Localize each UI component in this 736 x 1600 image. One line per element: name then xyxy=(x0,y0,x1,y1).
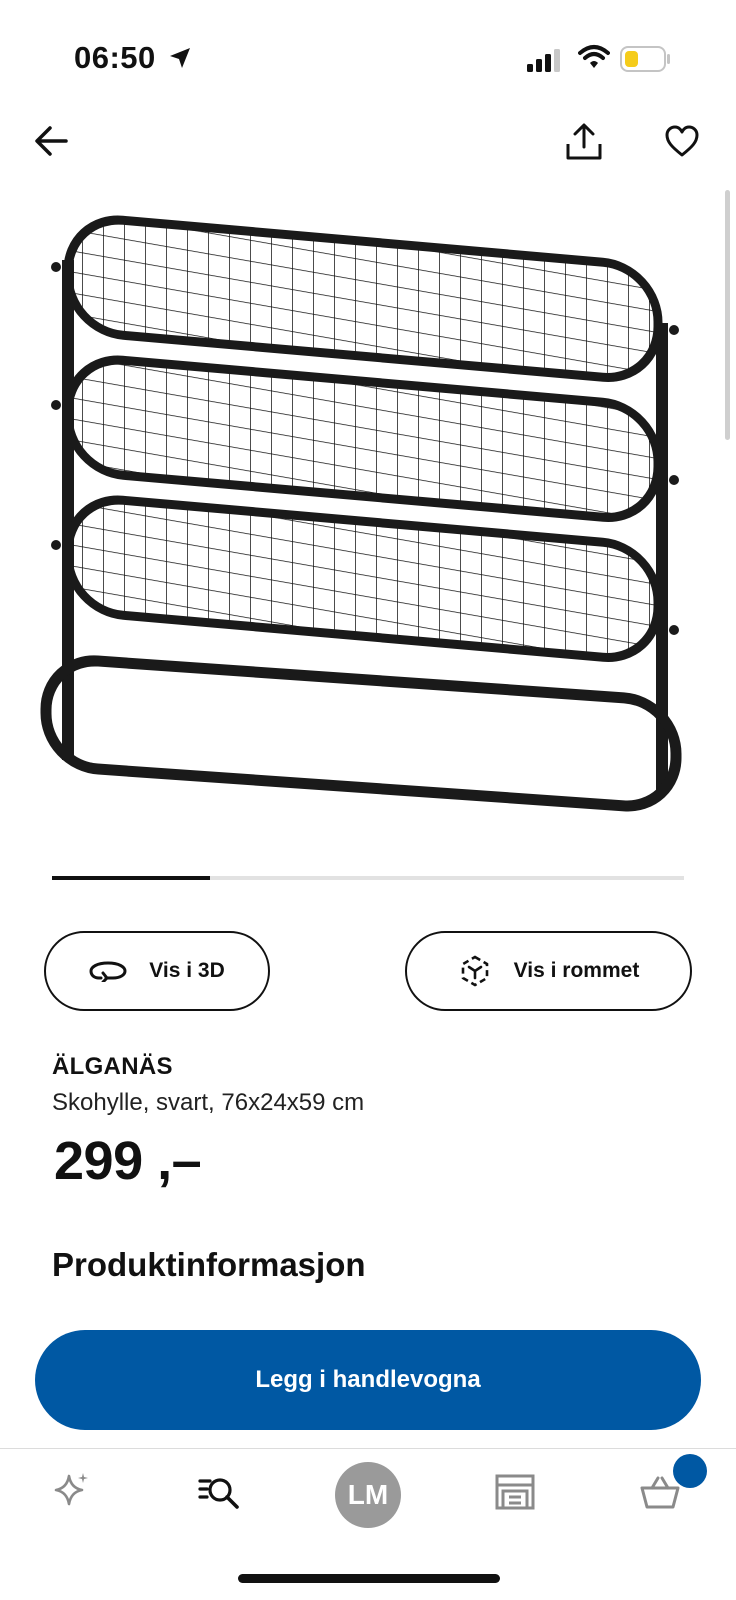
product-description: Skohylle, svart, 76x24x59 cm xyxy=(52,1089,365,1116)
view-3d-button[interactable]: Vis i 3D xyxy=(44,931,270,1011)
avatar[interactable]: LM xyxy=(335,1462,401,1528)
share-icon[interactable] xyxy=(564,122,604,162)
view-3d-label: Vis i 3D xyxy=(149,959,225,982)
product-name: ÄLGANÄS xyxy=(52,1053,173,1080)
product-info-heading[interactable]: Produktinformasjon xyxy=(52,1246,366,1284)
heart-icon[interactable] xyxy=(664,124,700,158)
shelf xyxy=(63,495,663,662)
basket-icon[interactable] xyxy=(640,1474,680,1510)
cart-badge xyxy=(673,1454,707,1488)
back-arrow-icon[interactable] xyxy=(34,124,68,158)
location-arrow-icon xyxy=(170,48,190,68)
product-price: 299 ,– xyxy=(54,1131,202,1191)
gallery-progress xyxy=(52,876,684,880)
gallery-progress-fill xyxy=(52,876,210,880)
shelf xyxy=(63,215,663,382)
store-icon[interactable] xyxy=(495,1473,535,1511)
shelf xyxy=(63,355,663,522)
ar-cube-icon xyxy=(461,955,488,987)
view-in-room-button[interactable]: Vis i rommet xyxy=(405,931,692,1011)
view-in-room-label: Vis i rommet xyxy=(513,959,640,982)
battery-icon xyxy=(620,46,670,72)
sparkle-icon[interactable] xyxy=(52,1470,92,1510)
wifi-icon xyxy=(578,45,610,68)
scrollbar[interactable] xyxy=(725,190,730,440)
search-list-icon[interactable] xyxy=(198,1476,242,1512)
status-time: 06:50 xyxy=(74,40,156,75)
add-to-cart-button[interactable]: Legg i handlevogna xyxy=(35,1330,701,1430)
rotate-3d-icon xyxy=(89,961,127,982)
home-indicator[interactable] xyxy=(238,1574,500,1583)
signal-icon xyxy=(527,49,560,72)
tabbar-divider xyxy=(0,1448,736,1449)
product-image[interactable] xyxy=(40,205,690,845)
